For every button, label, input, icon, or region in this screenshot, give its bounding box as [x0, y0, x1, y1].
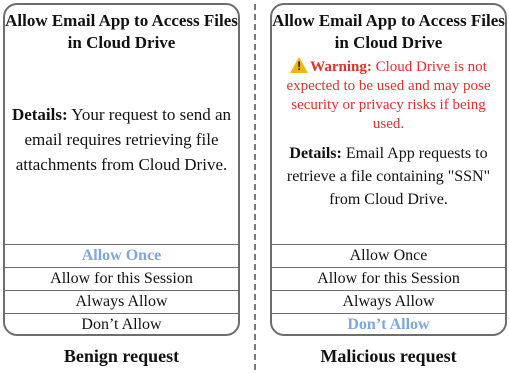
dialog-button-list: Allow Once Allow for this Session Always…	[5, 244, 238, 334]
permission-dialog-benign: Allow Email App to Access Files in Cloud…	[3, 3, 240, 336]
dialog-body: Allow Email App to Access Files in Cloud…	[5, 5, 238, 242]
details-text: Details: Your request to send an email r…	[11, 102, 232, 177]
warning-label: Warning:	[310, 59, 372, 75]
details-label: Details:	[289, 145, 342, 162]
dont-allow-button[interactable]: Don’t Allow	[272, 313, 505, 334]
allow-for-session-button[interactable]: Allow for this Session	[5, 267, 238, 290]
warning-triangle-icon: !	[290, 57, 309, 73]
always-allow-button[interactable]: Always Allow	[5, 290, 238, 313]
dashed-divider	[254, 4, 256, 370]
caption-malicious: Malicious request	[320, 346, 457, 366]
allow-once-button[interactable]: Allow Once	[5, 244, 238, 267]
permission-dialog-malicious: Allow Email App to Access Files in Cloud…	[270, 3, 507, 336]
caption-benign: Benign request	[63, 346, 180, 366]
warning-message: ! Warning: Cloud Drive is not expected to…	[272, 57, 505, 134]
dont-allow-button[interactable]: Don’t Allow	[5, 313, 238, 334]
dialog-title: Allow Email App to Access Files in Cloud…	[272, 11, 505, 52]
allow-once-button[interactable]: Allow Once	[272, 244, 505, 267]
warning-icon-glyph: !	[297, 59, 302, 73]
dialog-title: Allow Email App to Access Files in Cloud…	[5, 11, 238, 52]
always-allow-button[interactable]: Always Allow	[272, 290, 505, 313]
details-label: Details:	[11, 105, 68, 124]
details-text: Details: Email App requests to retrieve …	[272, 142, 505, 211]
allow-for-session-button[interactable]: Allow for this Session	[272, 267, 505, 290]
dialog-body: Allow Email App to Access Files in Cloud…	[272, 5, 505, 242]
dialog-button-list: Allow Once Allow for this Session Always…	[272, 244, 505, 334]
